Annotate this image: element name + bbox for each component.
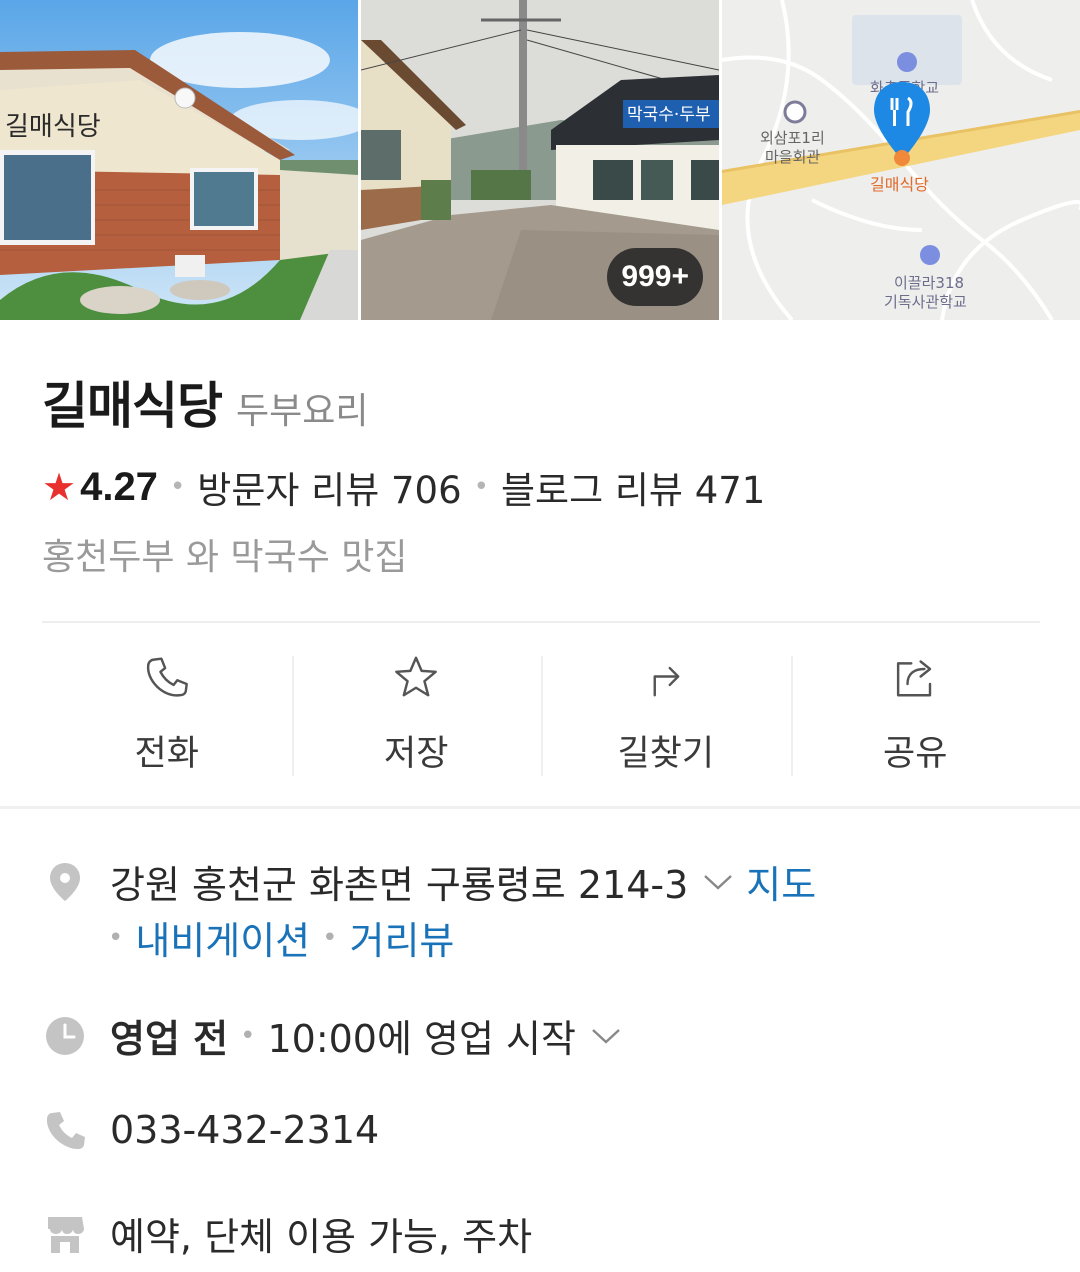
- phone-row[interactable]: 033-432-2314: [44, 1108, 379, 1152]
- address-row: 강원 홍천군 화촌면 구룡령로 214-3 지도: [44, 854, 816, 909]
- shop-sign-text: 막국수·두부: [627, 105, 711, 125]
- store-icon: [48, 1216, 84, 1253]
- photo-count-badge[interactable]: 999+: [607, 248, 703, 306]
- restaurant-photo-1[interactable]: 길매식당: [0, 0, 358, 320]
- mini-map[interactable]: 화촌중학교 외삼포1리 마을회관 길매식당 이끌라318 기독사관학교: [722, 0, 1080, 320]
- share-icon: [897, 660, 932, 697]
- separator-dot: •: [169, 472, 186, 502]
- separator-dot: •: [322, 922, 338, 953]
- map-label-church-1: 이끌라318: [894, 274, 964, 292]
- map-label-church-2: 기독사관학교: [884, 293, 967, 311]
- share-button[interactable]: 공유: [790, 648, 1041, 776]
- directions-label: 길찾기: [617, 734, 715, 774]
- chevron-down-icon[interactable]: [702, 872, 734, 892]
- place-name: 길매식당: [42, 377, 223, 435]
- phone-number[interactable]: 033-432-2314: [110, 1108, 379, 1152]
- opening-hours: 10:00에 영업 시작: [267, 1017, 576, 1061]
- action-bar: 전화 저장 길찾기 공유: [42, 648, 1040, 776]
- call-label: 전화: [134, 734, 199, 774]
- restaurant-photo-2[interactable]: 막국수·두부 999+: [361, 0, 719, 320]
- address-sub-links: • 내비게이션 • 거리뷰: [108, 910, 454, 965]
- save-button[interactable]: 저장: [291, 648, 542, 776]
- place-description: 홍천두부 와 막국수 맛집: [42, 537, 408, 578]
- hours-row[interactable]: 영업 전 • 10:00에 영업 시작: [44, 1008, 634, 1063]
- chevron-down-icon[interactable]: [590, 1026, 622, 1046]
- location-pin-icon: [50, 862, 80, 901]
- address-text: 강원 홍천군 화촌면 구룡령로 214-3: [110, 863, 689, 907]
- clock-icon: [46, 1016, 84, 1055]
- map-label-hall-2: 마을회관: [765, 148, 820, 166]
- map-label-restaurant: 길매식당: [870, 175, 929, 194]
- building-sign-text: 길매식당: [5, 112, 101, 142]
- map-link[interactable]: 지도: [746, 854, 816, 909]
- title-row: 길매식당 두부요리: [42, 366, 368, 438]
- amenities-row: 예약, 단체 이용 가능, 주차: [44, 1206, 532, 1261]
- visitor-reviews-link[interactable]: 방문자 리뷰 706: [197, 460, 461, 514]
- photo-gallery: 길매식당 막국수·두부 999+ 외삼포1리 마을회관 길매식당 이끌라318 …: [0, 0, 1080, 320]
- place-category[interactable]: 두부요리: [236, 382, 368, 434]
- share-label: 공유: [883, 734, 948, 774]
- streetview-link[interactable]: 거리뷰: [350, 910, 455, 965]
- star-icon: [395, 656, 438, 697]
- save-label: 저장: [384, 734, 449, 774]
- section-divider: [0, 806, 1080, 809]
- rating-row: ★ 4.27 • 방문자 리뷰 706 • 블로그 리뷰 471: [42, 460, 765, 514]
- separator-dot: •: [473, 472, 489, 502]
- phone-icon: [46, 1112, 85, 1149]
- blog-reviews-link[interactable]: 블로그 리뷰 471: [501, 460, 765, 514]
- separator-dot: •: [108, 922, 124, 953]
- separator-dot: •: [240, 1020, 256, 1051]
- rating-score: 4.27: [80, 464, 158, 509]
- open-status: 영업 전: [110, 1017, 229, 1061]
- map-label-hall-1: 외삼포1리: [760, 129, 825, 147]
- amenities-text: 예약, 단체 이용 가능, 주차: [110, 1215, 533, 1259]
- navigation-link[interactable]: 내비게이션: [135, 910, 310, 965]
- phone-icon: [146, 657, 188, 697]
- directions-icon: [653, 666, 680, 697]
- rating-star-icon: ★: [42, 465, 77, 509]
- call-button[interactable]: 전화: [42, 648, 292, 776]
- directions-button[interactable]: 길찾기: [541, 648, 791, 776]
- divider: [42, 621, 1040, 623]
